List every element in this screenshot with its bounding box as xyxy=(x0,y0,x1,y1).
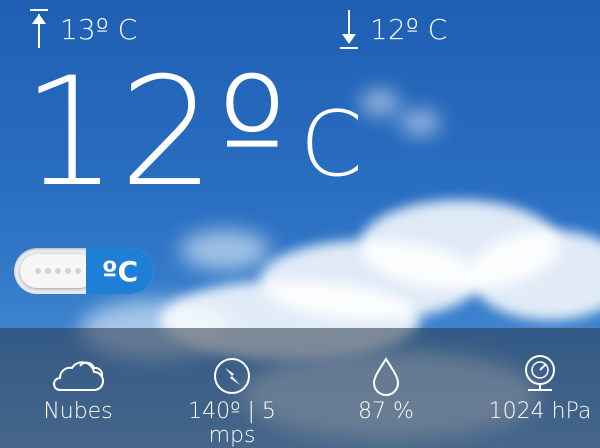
stat-label: 1024 hPa xyxy=(488,399,592,424)
min-temp-value: 12º C xyxy=(370,12,448,46)
stat-label: 140º | 5 mps xyxy=(188,399,276,448)
current-temp: 12º xyxy=(22,46,290,220)
stat-humidity: 87 % xyxy=(316,350,456,424)
stat-clouds: Nubes xyxy=(8,350,148,424)
toggle-unit-label: ºC xyxy=(86,248,154,294)
arrow-up-icon xyxy=(28,8,50,50)
stat-label: Nubes xyxy=(43,399,113,424)
arrow-down-icon xyxy=(338,8,360,50)
compass-icon xyxy=(162,350,302,396)
stat-wind: 140º | 5 mps xyxy=(162,350,302,448)
drop-icon xyxy=(316,350,456,396)
max-temp: 13º C xyxy=(28,8,137,50)
barometer-icon xyxy=(470,350,600,396)
stat-label: 87 % xyxy=(358,399,414,424)
min-temp: 12º C xyxy=(338,8,447,50)
temp-unit: C xyxy=(300,92,363,197)
cloud-icon xyxy=(8,350,148,396)
unit-toggle[interactable]: ºC xyxy=(14,248,154,294)
stat-pressure: 1024 hPa xyxy=(470,350,600,424)
max-temp-value: 13º C xyxy=(60,12,138,46)
stats-bar: Nubes 140º | 5 mps 87 % 1024 hPa xyxy=(0,328,600,448)
toggle-knob[interactable] xyxy=(20,254,96,288)
